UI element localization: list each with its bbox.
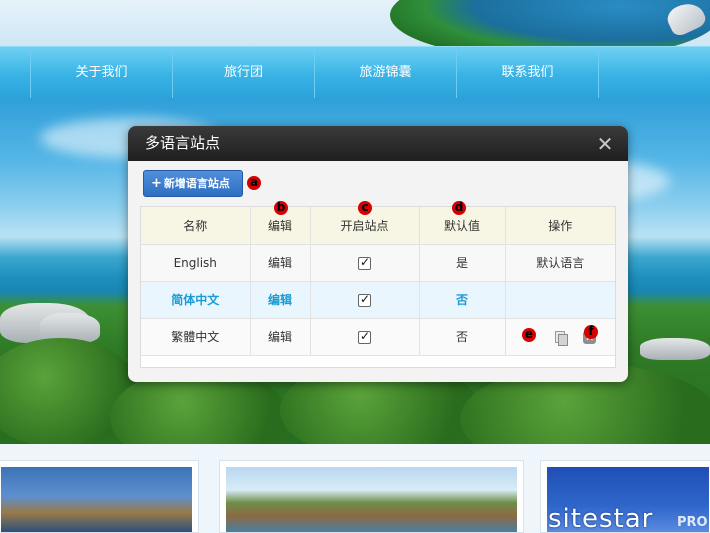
nav-item-about[interactable]: 关于我们 <box>31 47 173 99</box>
island-illustration <box>390 0 710 46</box>
marker-d: d <box>452 201 466 215</box>
edit-link[interactable]: 编辑 <box>268 256 292 270</box>
table-row: 繁體中文 编辑 否 ✕ <box>141 318 615 356</box>
default-value: 否 <box>419 318 506 356</box>
language-name: 简体中文 <box>141 281 251 319</box>
nav-item-tours[interactable]: 旅行团 <box>173 47 315 99</box>
close-icon[interactable]: ✕ <box>594 133 616 155</box>
brand-logo-suffix: PRO <box>677 515 708 530</box>
table-header-row: 名称 编辑 开启站点 默认值 操作 <box>141 207 615 245</box>
column-header-name: 名称 <box>141 207 251 245</box>
site-nav: 关于我们 旅行团 旅游锦囊 联系我们 <box>0 46 710 99</box>
copy-icon[interactable] <box>554 330 569 346</box>
multilanguage-dialog: 多语言站点 ✕ + 新增语言站点 名称 编辑 开启站点 默认值 操作 Englis… <box>128 126 628 382</box>
marker-e: e <box>522 328 536 342</box>
nav-item-tips[interactable]: 旅游锦囊 <box>315 47 457 99</box>
column-header-actions: 操作 <box>505 207 615 245</box>
enable-site-checkbox[interactable] <box>358 329 371 344</box>
language-name: English <box>141 244 251 282</box>
add-language-site-button[interactable]: + 新增语言站点 <box>143 170 243 197</box>
language-name: 繁體中文 <box>141 318 251 356</box>
marker-b: b <box>274 201 288 215</box>
enable-site-checkbox[interactable] <box>358 255 371 270</box>
edit-link[interactable]: 编辑 <box>268 293 292 307</box>
actions-cell <box>505 281 615 319</box>
edit-link[interactable]: 编辑 <box>268 330 292 344</box>
marker-a: a <box>247 176 261 190</box>
brand-logo-text: sitestar <box>548 504 654 533</box>
plus-icon: + <box>151 176 162 191</box>
language-table: 名称 编辑 开启站点 默认值 操作 English 编辑 是 默认语言 简体中文 <box>140 206 616 368</box>
dialog-title: 多语言站点 <box>145 134 221 152</box>
table-row: 简体中文 编辑 否 <box>141 281 615 319</box>
thumbnail-village[interactable] <box>219 460 524 533</box>
default-value: 是 <box>419 244 506 282</box>
thumbnail-city[interactable] <box>0 460 199 533</box>
rock <box>640 338 710 360</box>
nav-item-contact[interactable]: 联系我们 <box>457 47 599 99</box>
dialog-header: 多语言站点 ✕ <box>128 126 628 161</box>
table-row: English 编辑 是 默认语言 <box>141 244 615 282</box>
enable-site-checkbox[interactable] <box>358 292 371 307</box>
marker-f: f <box>584 325 598 339</box>
default-language-label: 默认语言 <box>505 244 615 282</box>
marker-c: c <box>358 201 372 215</box>
add-button-label: 新增语言站点 <box>163 177 230 190</box>
site-header-banner <box>0 0 710 46</box>
default-value: 否 <box>419 281 506 319</box>
